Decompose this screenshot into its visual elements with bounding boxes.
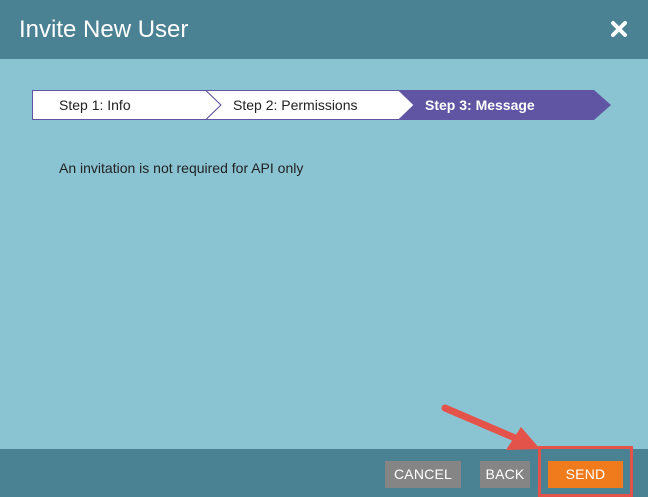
info-message: An invitation is not required for API on… bbox=[59, 160, 304, 176]
cancel-button[interactable]: CANCEL bbox=[385, 461, 461, 488]
send-button[interactable]: SEND bbox=[548, 461, 623, 488]
invite-user-dialog: Invite New User Step 1: Info Step 2: Per… bbox=[0, 0, 648, 497]
close-icon[interactable] bbox=[608, 18, 630, 40]
tab-step-info[interactable]: Step 1: Info bbox=[59, 90, 131, 120]
dialog-title: Invite New User bbox=[19, 16, 189, 43]
back-button[interactable]: BACK bbox=[480, 461, 530, 488]
arrow-pointer-icon bbox=[441, 404, 540, 450]
tab-step-permissions[interactable]: Step 2: Permissions bbox=[233, 90, 358, 120]
tab-step-message[interactable]: Step 3: Message bbox=[425, 90, 535, 120]
dialog-header: Invite New User bbox=[0, 0, 648, 59]
wizard-stepper: Step 1: Info Step 2: Permissions Step 3:… bbox=[32, 90, 612, 120]
